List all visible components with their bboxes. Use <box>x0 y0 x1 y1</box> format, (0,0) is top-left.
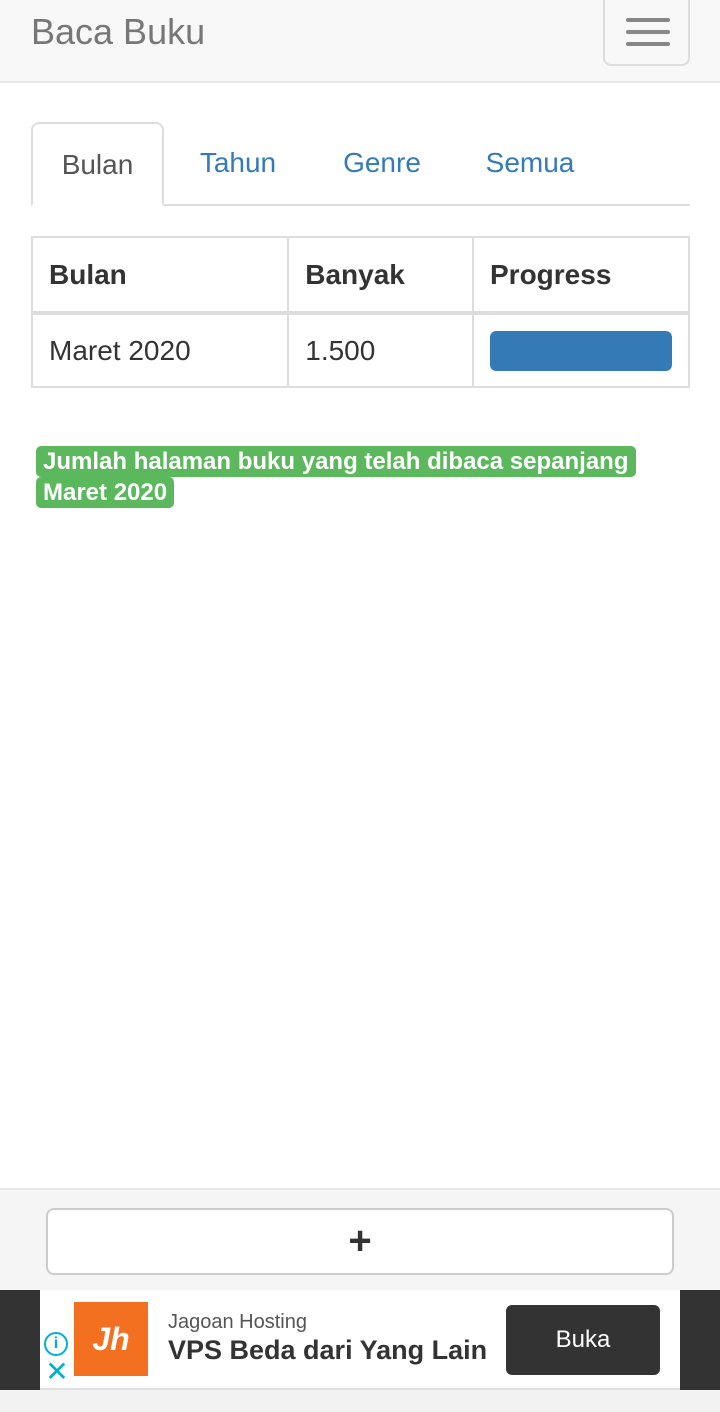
ad-banner-strip: i ✕ Jh Jagoan Hosting VPS Beda dari Yang… <box>0 1290 720 1390</box>
ad-headline: VPS Beda dari Yang Lain <box>168 1335 488 1365</box>
ad-banner[interactable]: i ✕ Jh Jagoan Hosting VPS Beda dari Yang… <box>40 1290 680 1390</box>
progress-bar <box>490 330 672 371</box>
advertiser-logo: Jh <box>74 1302 148 1376</box>
advertiser-logo-text: Jh <box>92 1321 130 1357</box>
table-row: Maret 2020 1.500 <box>30 312 690 388</box>
progress-bar-fill <box>490 330 672 371</box>
hamburger-menu-icon-bar <box>626 30 670 34</box>
cell-banyak: 1.500 <box>287 312 474 388</box>
add-button[interactable]: + <box>46 1208 674 1275</box>
close-icon[interactable]: ✕ <box>45 1358 69 1386</box>
table-header-row: Bulan Banyak Progress <box>30 236 690 315</box>
cell-bulan: Maret 2020 <box>30 312 290 388</box>
column-header-banyak: Banyak <box>287 236 474 315</box>
cell-progress <box>472 312 690 388</box>
tab-bar: Bulan Tahun Genre Semua <box>31 122 690 206</box>
ad-advertiser-name: Jagoan Hosting <box>168 1311 307 1333</box>
column-header-bulan: Bulan <box>30 236 290 315</box>
bottom-strip <box>0 1390 720 1412</box>
ad-open-button[interactable]: Buka <box>506 1305 660 1375</box>
hamburger-menu-icon-bar <box>626 42 670 46</box>
info-icon[interactable]: i <box>44 1332 68 1356</box>
tab-genre[interactable]: Genre <box>316 122 448 206</box>
footer: + <box>0 1188 720 1292</box>
tab-bulan[interactable]: Bulan <box>31 122 164 206</box>
tab-semua[interactable]: Semua <box>459 122 601 206</box>
navbar: Baca Buku <box>0 0 720 83</box>
column-header-progress: Progress <box>472 236 690 315</box>
summary-label: Jumlah halaman buku yang telah dibaca se… <box>36 446 636 508</box>
hamburger-menu-icon <box>626 18 670 22</box>
summary-label-text: Jumlah halaman buku yang telah dibaca se… <box>36 446 636 508</box>
menu-toggle-button[interactable] <box>603 0 690 66</box>
reading-table: Bulan Banyak Progress Maret 2020 1.500 <box>30 236 690 388</box>
tab-tahun[interactable]: Tahun <box>171 122 305 206</box>
brand-title[interactable]: Baca Buku <box>31 8 205 56</box>
